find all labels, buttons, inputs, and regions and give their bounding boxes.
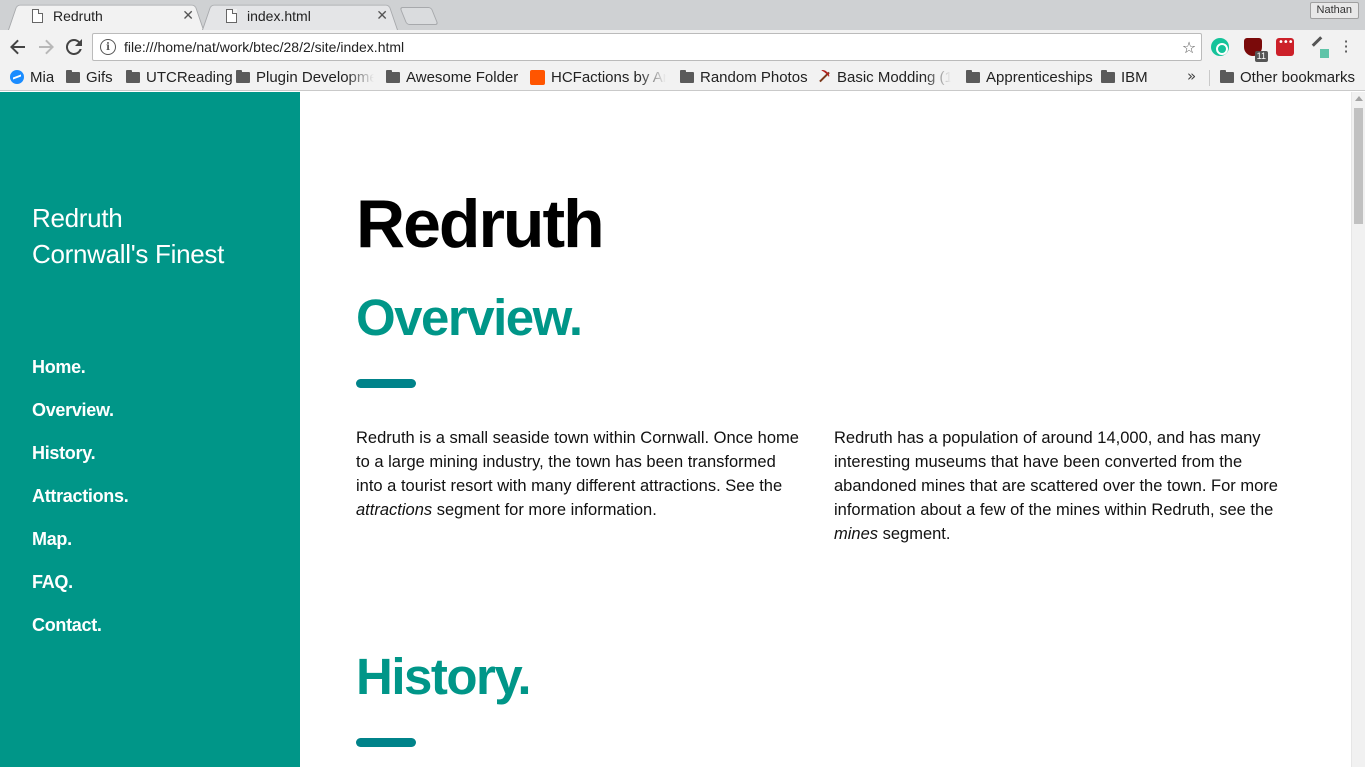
bookmark-label: UTCReading: [146, 68, 233, 86]
sidebar-nav: Home. Overview. History. Attractions. Ma…: [32, 351, 129, 652]
close-tab-icon[interactable]: ✕: [182, 8, 194, 24]
overview-paragraph-left: Redruth is a small seaside town within C…: [356, 429, 799, 519]
history-heading: History.: [356, 648, 532, 705]
nav-overview[interactable]: Overview.: [32, 394, 128, 437]
url-text: file:///home/nat/work/btec/28/2/site/ind…: [124, 39, 405, 55]
back-arrow-icon[interactable]: [4, 33, 32, 61]
folder-icon: [386, 69, 400, 83]
nav-history[interactable]: History.: [32, 437, 128, 480]
page-title: Redruth: [356, 186, 605, 262]
bookmarks-bar: Mia Gifs UTCReading Plugin Developme Awe…: [0, 64, 1365, 91]
tab-strip: Redruth ✕ index.html ✕ Nathan: [0, 0, 1365, 30]
bookmark-plugin-development[interactable]: Plugin Developme: [236, 67, 374, 87]
other-bookmarks[interactable]: Other bookmarks: [1220, 67, 1355, 87]
folder-icon: [236, 69, 250, 83]
close-tab-icon[interactable]: ✕: [376, 8, 388, 24]
bookmark-awesome-folder[interactable]: Awesome Folder: [386, 67, 518, 87]
bookmark-hcfactions[interactable]: HCFactions by An: [530, 67, 666, 87]
scroll-up-arrow-icon[interactable]: [1355, 96, 1363, 101]
tab-redruth[interactable]: Redruth ✕: [8, 2, 204, 30]
bookmark-random-photos[interactable]: Random Photos: [680, 67, 808, 87]
bookmark-label: Mia: [30, 68, 55, 86]
bookmark-label: Apprenticeships: [986, 68, 1093, 86]
document-icon: [226, 9, 237, 23]
color-picker-extension-icon[interactable]: [1309, 38, 1329, 58]
page-viewport: Redruth Cornwall's Finest Home. Overview…: [0, 92, 1365, 767]
folder-icon: [1220, 69, 1234, 83]
overview-paragraph-right: Redruth has a population of around 14,00…: [834, 429, 1278, 543]
bookmark-label: Gifs: [86, 68, 113, 86]
nav-map[interactable]: Map.: [32, 523, 128, 566]
bookmark-label: Basic Modding (1: [837, 68, 951, 86]
forward-arrow-icon[interactable]: [32, 33, 60, 61]
overview-underline: [356, 379, 416, 388]
bookmark-label: Plugin Developme: [256, 68, 374, 86]
address-bar[interactable]: i file:///home/nat/work/btec/28/2/site/i…: [92, 33, 1202, 61]
site-subtitle: Cornwall's Finest: [32, 239, 225, 269]
scrollbar-thumb[interactable]: [1354, 108, 1363, 224]
overview-heading: Overview.: [356, 289, 583, 346]
bookmark-label: Other bookmarks: [1240, 68, 1356, 86]
bookmark-label: HCFactions by An: [551, 68, 666, 86]
nav-attractions[interactable]: Attractions.: [32, 480, 129, 523]
history-underline: [356, 738, 416, 747]
bookmark-label: IBM: [1121, 68, 1148, 86]
tab-title: index.html: [247, 8, 311, 24]
bookmark-basic-modding[interactable]: Basic Modding (1: [817, 67, 951, 87]
bookmark-utcreading[interactable]: UTCReading: [126, 67, 233, 87]
nav-contact[interactable]: Contact.: [32, 609, 128, 652]
folder-icon: [1101, 69, 1115, 83]
lastpass-extension-icon[interactable]: [1276, 37, 1294, 56]
folder-icon: [66, 69, 80, 83]
info-icon[interactable]: i: [100, 39, 116, 55]
bookmark-label: Random Photos: [700, 68, 808, 86]
nav-home[interactable]: Home.: [32, 351, 128, 394]
site-brand: Redruth Cornwall's Finest: [32, 200, 224, 272]
bookmark-mia[interactable]: Mia: [10, 67, 54, 87]
pickaxe-icon: [817, 70, 831, 84]
reload-icon[interactable]: [60, 33, 88, 61]
site-title: Redruth: [32, 203, 123, 233]
browser-toolbar: i file:///home/nat/work/btec/28/2/site/i…: [0, 30, 1365, 64]
tab-index-html[interactable]: index.html ✕: [202, 2, 398, 30]
messenger-icon: [10, 70, 24, 84]
bookmark-label: Awesome Folder: [406, 68, 519, 86]
mines-emphasis: mines: [834, 525, 879, 543]
ublock-extension-icon[interactable]: 11: [1244, 38, 1268, 62]
blocked-count-badge: 11: [1254, 51, 1268, 62]
nav-faq[interactable]: FAQ.: [32, 566, 128, 609]
bookmark-ibm[interactable]: IBM: [1101, 67, 1148, 87]
tab-title: Redruth: [53, 8, 103, 24]
vertical-scrollbar[interactable]: [1351, 92, 1365, 767]
attractions-emphasis: attractions: [356, 501, 433, 519]
bookmark-gifs[interactable]: Gifs: [66, 67, 113, 87]
folder-icon: [680, 69, 694, 83]
bookmarks-divider: [1209, 70, 1210, 86]
bookmark-apprenticeships[interactable]: Apprenticeships: [966, 67, 1093, 87]
soundcloud-icon: [530, 69, 545, 85]
folder-icon: [126, 69, 140, 83]
folder-icon: [966, 69, 980, 83]
browser-menu-icon[interactable]: · · ·: [1340, 34, 1352, 60]
profile-button[interactable]: Nathan: [1309, 2, 1359, 19]
document-icon: [32, 9, 43, 23]
grammarly-extension-icon[interactable]: [1211, 38, 1229, 56]
new-tab-button[interactable]: [399, 7, 439, 25]
sidebar: Redruth Cornwall's Finest Home. Overview…: [0, 92, 300, 767]
bookmark-star-icon[interactable]: ☆: [1177, 38, 1201, 57]
bookmarks-overflow-chevron-icon[interactable]: »: [1187, 67, 1196, 85]
